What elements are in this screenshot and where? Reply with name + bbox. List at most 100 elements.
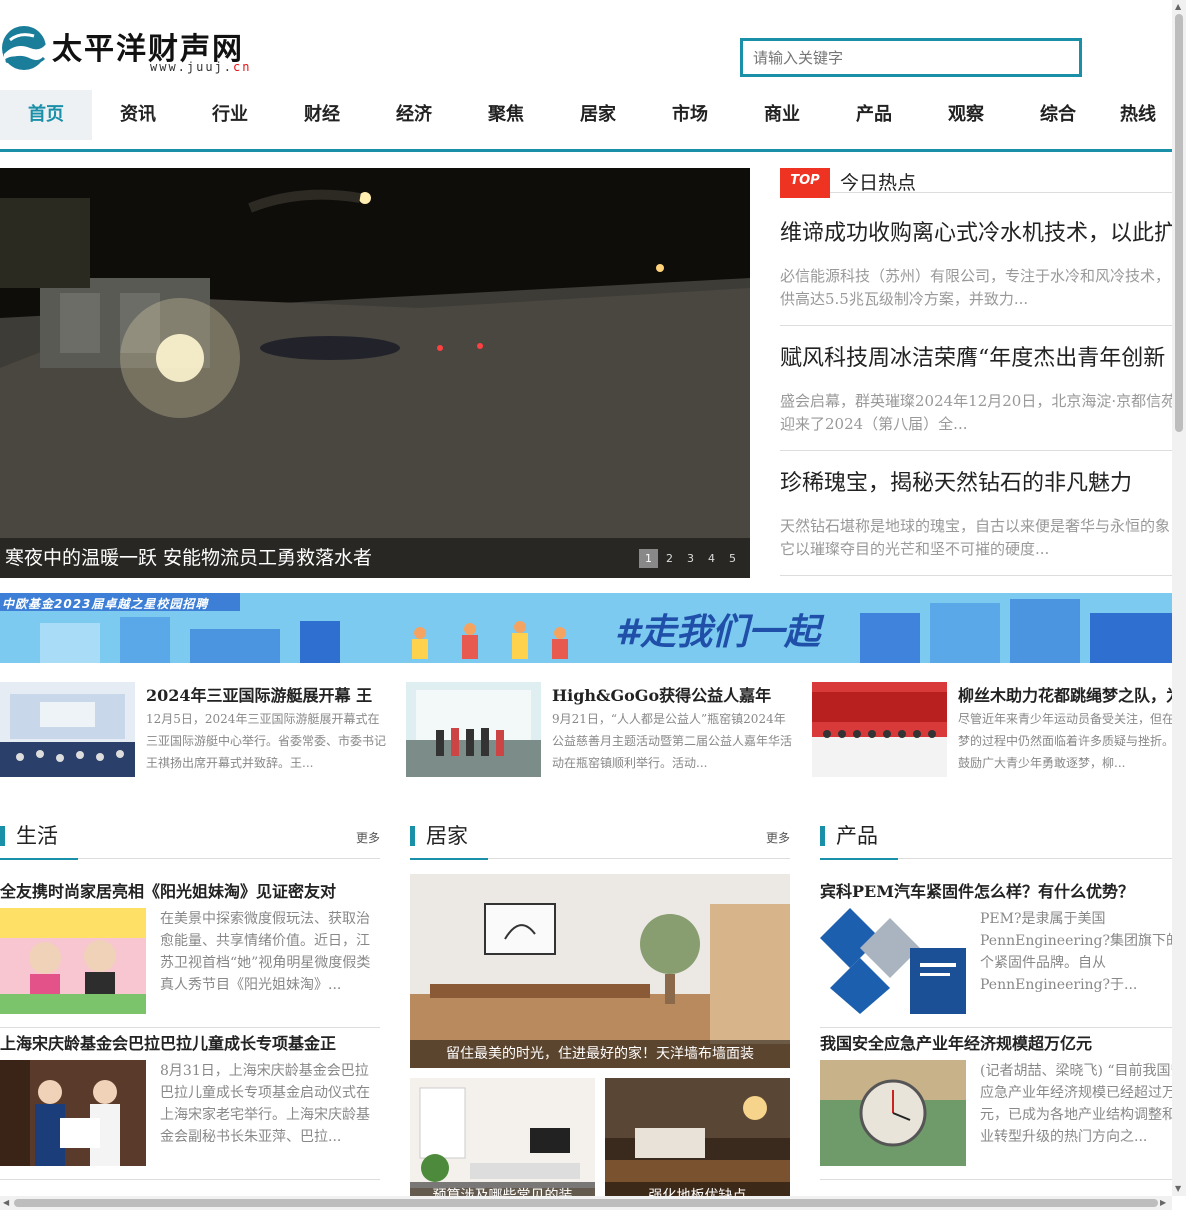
- news-card-title[interactable]: 2024年三亚国际游艇展开幕 王: [146, 682, 372, 706]
- banner-slogan: #走我们一起: [615, 612, 821, 653]
- scroll-up-icon[interactable]: ▲: [1175, 2, 1181, 11]
- section-product: 产品 宾科PEM汽车紧固件怎么样？有什么优势？ PEM?是隶属于美国PennEn…: [820, 820, 1172, 1210]
- nav-item-finance[interactable]: 财经: [276, 90, 368, 140]
- hot-item: 珍稀瑰宝，揭秘天然钻石的非凡魅力 天然钻石堪称是地球的瑰宝，自古以来便是奢华与永…: [780, 451, 1172, 576]
- nav-item-observe[interactable]: 观察: [920, 90, 1012, 140]
- hot-item: 维谛成功收购离心式冷水机技术，以此扩 必信能源科技（苏州）有限公司，专注于水冷和…: [780, 201, 1172, 326]
- hot-item-desc-line: 必信能源科技（苏州）有限公司，专注于水冷和风冷技术，: [780, 267, 1171, 285]
- today-hot-panel: TOP 今日热点 维谛成功收购离心式冷水机技术，以此扩 必信能源科技（苏州）有限…: [780, 168, 1172, 578]
- nav-item-general[interactable]: 综合: [1012, 90, 1104, 140]
- list-item-image: [0, 908, 146, 1014]
- hot-item: 赋风科技周冰洁荣膺“年度杰出青年创新 盛会启幕，群英璀璨2024年12月20日，…: [780, 326, 1172, 451]
- headline-slider[interactable]: 寒夜中的温暖一跃 安能物流员工勇救落水者 12345: [0, 168, 750, 578]
- news-card-title[interactable]: 柳丝木助力花都跳绳梦之队，为少: [958, 682, 1186, 706]
- list-item-title[interactable]: 全友携时尚家居亮相《阳光姐妹淘》见证密友对: [0, 878, 336, 902]
- section-underline: [410, 858, 488, 860]
- hot-title: 今日热点: [840, 172, 917, 194]
- list-item-desc: 8月31日，上海宋庆龄基金会巴拉巴拉儿童成长专项基金启动仪式在上海宋家老宅举行。…: [160, 1063, 370, 1145]
- hot-item-desc-line: 天然钻石堪称是地球的瑰宝，自古以来便是奢华与永恒的象: [780, 517, 1171, 535]
- slide-night-street-image: [0, 168, 750, 578]
- hot-header: TOP 今日热点: [780, 168, 1172, 198]
- scroll-down-icon[interactable]: ▼: [1175, 1184, 1181, 1193]
- list-item-desc: (记者胡喆、梁晓飞) “目前我国安全应急产业年经济规模已经超过万亿元，已成为各地…: [980, 1063, 1172, 1145]
- vertical-scroll-thumb[interactable]: [1175, 14, 1183, 432]
- wave-logo-icon: [2, 26, 46, 70]
- news-card-title[interactable]: High&GoGo获得公益人嘉年: [552, 682, 771, 706]
- scroll-right-icon[interactable]: ▶: [1160, 1198, 1166, 1207]
- list-item: 我国安全应急产业年经济规模超万亿元 (记者胡喆、梁晓飞) “目前我国安全应急产业…: [820, 1030, 1172, 1180]
- search-input[interactable]: [740, 38, 1082, 77]
- nav-item-industry[interactable]: 行业: [184, 90, 276, 140]
- more-link[interactable]: 更多: [356, 829, 380, 846]
- section-marker: [410, 826, 415, 846]
- site-header: 太平洋财声网 www.juuj.cn: [0, 0, 1172, 90]
- section-title: 产品: [836, 824, 878, 848]
- nav-item-news[interactable]: 资讯: [92, 90, 184, 140]
- horizontal-scroll-thumb[interactable]: [14, 1199, 1158, 1207]
- news-card[interactable]: 柳丝木助力花都跳绳梦之队，为少 尽管近年来青少年运动员备受关注，但在追逐梦的过程…: [812, 682, 1186, 777]
- featured-caption: 留住最美的时光，住进最好的家！天洋墙布墙面装: [410, 1040, 790, 1068]
- nav-item-business[interactable]: 商业: [736, 90, 828, 140]
- section-marker: [820, 826, 825, 846]
- news-thumb-image: [812, 682, 947, 777]
- list-item: 上海宋庆龄基金会巴拉巴拉儿童成长专项基金正 8月31日，上海宋庆龄基金会巴拉巴拉…: [0, 1030, 380, 1180]
- section-life: 生活 更多 全友携时尚家居亮相《阳光姐妹淘》见证密友对 在美景中探索微度假玩法、…: [0, 820, 380, 1210]
- hot-item-desc-line: 盛会启幕，群英璀璨2024年12月20日，北京海淀·京都信苑饭: [780, 392, 1172, 410]
- hot-item-title[interactable]: 珍稀瑰宝，揭秘天然钻石的非凡魅力: [780, 465, 1172, 497]
- horizontal-scrollbar[interactable]: ◀ ▶: [0, 1196, 1172, 1210]
- featured-room-image: [410, 874, 790, 1068]
- nav-item-home-living[interactable]: 居家: [552, 90, 644, 140]
- list-item: 全友携时尚家居亮相《阳光姐妹淘》见证密友对 在美景中探索微度假玩法、获取治愈能量…: [0, 878, 380, 1028]
- list-item-image: [820, 908, 966, 1014]
- list-item-title[interactable]: 我国安全应急产业年经济规模超万亿元: [820, 1030, 1092, 1054]
- site-logo[interactable]: 太平洋财声网 www.juuj.cn: [0, 22, 260, 82]
- hot-item-desc-line: 供高达5.5兆瓦级制冷方案，并致力...: [780, 290, 1029, 308]
- vertical-scrollbar[interactable]: ▲ ▼: [1172, 0, 1186, 1196]
- featured-home-card[interactable]: 留住最美的时光，住进最好的家！天洋墙布墙面装: [410, 874, 790, 1068]
- logo-url-tld: cn: [233, 60, 252, 74]
- slider-dot[interactable]: 1: [639, 549, 658, 568]
- top-badge: TOP: [780, 168, 830, 198]
- news-card[interactable]: 2024年三亚国际游艇展开幕 王 12月5日，2024年三亚国际游艇展开幕式在三…: [0, 682, 392, 777]
- home-small-card[interactable]: 预算涉及哪些常见的装: [410, 1078, 595, 1210]
- section-title: 生活: [16, 824, 58, 848]
- hot-item-title[interactable]: 维谛成功收购离心式冷水机技术，以此扩: [780, 215, 1172, 247]
- section-marker: [0, 826, 5, 846]
- slider-dot[interactable]: 2: [660, 549, 679, 568]
- nav-item-product[interactable]: 产品: [828, 90, 920, 140]
- hot-item-desc: 必信能源科技（苏州）有限公司，专注于水冷和风冷技术， 供高达5.5兆瓦级制冷方案，…: [780, 265, 1172, 311]
- slider-dot[interactable]: 3: [681, 549, 700, 568]
- news-card-desc: 尽管近年来青少年运动员备受关注，但在追逐梦的过程中仍然面临着许多质疑与挫折。支持…: [958, 712, 1186, 770]
- news-thumb-image: [406, 682, 541, 777]
- section-header: 居家 更多: [410, 820, 790, 860]
- logo-url-main: www.juuj.: [150, 60, 234, 74]
- logo-url: www.juuj.cn: [150, 60, 251, 74]
- section-underline: [820, 858, 898, 860]
- nav-item-economy[interactable]: 经济: [368, 90, 460, 140]
- news-thumb-image: [0, 682, 135, 777]
- list-item-image: [820, 1060, 966, 1166]
- more-link[interactable]: 更多: [766, 829, 790, 846]
- nav-item-market[interactable]: 市场: [644, 90, 736, 140]
- nav-item-home[interactable]: 首页: [0, 90, 92, 140]
- slider-dot[interactable]: 5: [723, 549, 742, 568]
- slider-dot[interactable]: 4: [702, 549, 721, 568]
- list-item-title[interactable]: 宾科PEM汽车紧固件怎么样？有什么优势？: [820, 878, 1134, 902]
- nav-item-hotline[interactable]: 热线: [1104, 90, 1172, 140]
- recruitment-banner[interactable]: 中欧基金2023届卓越之星校园招聘 #走我们一起: [0, 593, 1172, 663]
- news-card-desc: 12月5日，2024年三亚国际游艇展开幕式在三亚国际游艇中心举行。省委常委、市委…: [146, 712, 387, 770]
- hot-item-title[interactable]: 赋风科技周冰洁荣膺“年度杰出青年创新: [780, 340, 1172, 372]
- section-header: 生活 更多: [0, 820, 380, 860]
- section-underline: [0, 858, 78, 860]
- list-item-title[interactable]: 上海宋庆龄基金会巴拉巴拉儿童成长专项基金正: [0, 1030, 336, 1054]
- list-item-desc: 在美景中探索微度假玩法、获取治愈能量、共享情绪价值。近日，江苏卫视首档“她”视角…: [160, 911, 371, 993]
- section-header: 产品: [820, 820, 1172, 860]
- hot-item-desc: 天然钻石堪称是地球的瑰宝，自古以来便是奢华与永恒的象 它以璀璨夺目的光芒和坚不可摧…: [780, 515, 1172, 561]
- hot-item-desc: 盛会启幕，群英璀璨2024年12月20日，北京海淀·京都信苑饭 迎来了2024（第…: [780, 390, 1172, 436]
- nav-item-focus[interactable]: 聚焦: [460, 90, 552, 140]
- list-item: 宾科PEM汽车紧固件怎么样？有什么优势？ PEM?是隶属于美国PennEngin…: [820, 878, 1172, 1028]
- home-small-card[interactable]: 强化地板优缺点: [605, 1078, 790, 1210]
- section-title: 居家: [426, 824, 468, 848]
- scroll-left-icon[interactable]: ◀: [3, 1198, 9, 1207]
- news-card[interactable]: High&GoGo获得公益人嘉年 9月21日，“人人都是公益人”瓶窑镇2024年…: [406, 682, 798, 777]
